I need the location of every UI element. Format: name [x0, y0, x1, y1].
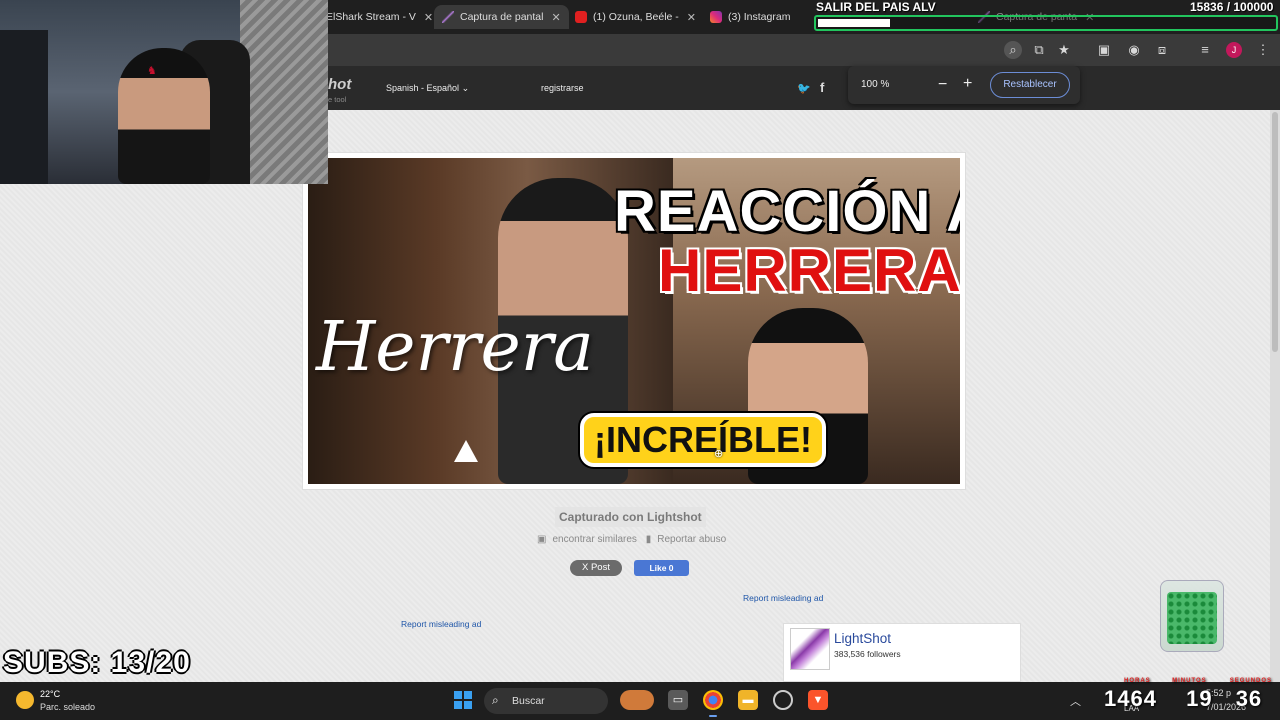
tray-chevron-icon[interactable]: ︿: [1070, 693, 1081, 709]
goal-progress-fill: [818, 19, 890, 27]
close-icon[interactable]: ✕: [424, 11, 433, 24]
captured-label: Capturado con Lightshot: [555, 507, 706, 527]
report-ad-link[interactable]: Report misleading ad: [401, 619, 481, 629]
weather-temp[interactable]: 22°C: [40, 689, 60, 699]
screenshot-image[interactable]: Herrera REACCIÓN A HERRERA ¡INCREÍBLE!: [308, 158, 960, 484]
site-logo[interactable]: hot: [328, 76, 351, 93]
lightshot-feather-icon: [442, 11, 454, 23]
timer-hours-label: HORAS: [1124, 678, 1151, 684]
language-label: Spanish - Español: [386, 83, 460, 93]
subs-counter: SUBS: 13/20: [3, 646, 191, 679]
facebook-icon[interactable]: f: [820, 80, 824, 95]
zoom-in-button[interactable]: +: [963, 75, 972, 93]
report-abuse-link[interactable]: Reportar abuso: [657, 534, 726, 545]
instagram-icon: [710, 11, 722, 23]
search-icon: ⌕: [492, 693, 499, 707]
youtube-icon: [575, 11, 587, 23]
search-highlight-icon[interactable]: [620, 690, 654, 710]
language-select[interactable]: Spanish - Español ⌄: [386, 83, 469, 94]
obs-icon[interactable]: [773, 690, 793, 710]
goal-count: 15836 / 100000: [1190, 0, 1274, 14]
site-logo-subtitle: e tool: [328, 95, 347, 104]
tab-label: ElShark Stream - V: [326, 11, 416, 23]
windows-start-icon[interactable]: [454, 691, 472, 709]
x-post-button[interactable]: X Post: [570, 560, 622, 576]
task-view-icon[interactable]: ▭: [668, 690, 688, 710]
report-ad-link[interactable]: Report misleading ad: [743, 593, 823, 603]
zoom-out-button[interactable]: −: [938, 76, 947, 94]
triangle-logo-icon: [454, 440, 478, 462]
report-icon: ▮: [645, 534, 652, 545]
camera-icon: ▣: [537, 534, 547, 545]
timer-minutes: 19: [1186, 686, 1213, 711]
chevron-down-icon: ⌄: [461, 83, 470, 93]
webcam-wall: [240, 0, 328, 184]
timer-hours-group: HORAS 1464: [1104, 678, 1164, 711]
register-link[interactable]: registrarse: [541, 83, 584, 93]
brave-icon[interactable]: ▼: [808, 690, 828, 710]
twitter-icon[interactable]: 🐦: [797, 82, 811, 95]
lightshot-logo[interactable]: [790, 628, 830, 670]
media-control-icon[interactable]: ≡: [1196, 41, 1214, 59]
stream-timer: HORAS 1464 MINUTOS 19 SEGUNDOS 36: [1104, 678, 1271, 712]
timer-hours: 1464: [1104, 686, 1157, 711]
thumbnail-title-line2: HERRERA: [658, 237, 960, 304]
bulls-logo-icon: ♞: [147, 65, 157, 77]
profile-avatar[interactable]: J: [1226, 42, 1242, 58]
active-app-indicator: [709, 715, 717, 717]
cast-icon[interactable]: ⧉: [1030, 41, 1048, 59]
tab-elshark[interactable]: ElShark Stream - V ✕: [326, 5, 433, 29]
thumbnail-script-text: Herrera: [316, 308, 594, 387]
zoom-reset-button[interactable]: Restablecer: [990, 72, 1070, 98]
tab-instagram[interactable]: (3) Instagram: [710, 5, 790, 29]
tab-captura-active[interactable]: Captura de pantal ✕: [434, 5, 569, 29]
taskbar-search[interactable]: [484, 688, 608, 714]
streamer: [118, 48, 210, 184]
webcam-overlay: ♞: [0, 0, 328, 184]
thumbnail-bubble: ¡INCREÍBLE!: [580, 413, 826, 467]
close-icon[interactable]: ✕: [551, 11, 560, 24]
image-actions: ▣ encontrar similares ▮ Reportar abuso: [537, 534, 732, 545]
zoom-icon[interactable]: ⌕: [1004, 41, 1022, 59]
find-similar-link[interactable]: encontrar similares: [552, 534, 636, 545]
search-placeholder: Buscar: [512, 695, 545, 707]
bookmark-star-icon[interactable]: ★: [1055, 41, 1073, 59]
extension-icon[interactable]: ▣: [1095, 41, 1113, 59]
tab-youtube[interactable]: (1) Ozuna, Beéle - ✕: [575, 5, 696, 29]
fb-page-name[interactable]: LightShot: [834, 631, 891, 646]
sun-icon[interactable]: [16, 691, 34, 709]
weather-desc[interactable]: Parc. soleado: [40, 702, 95, 712]
scrollbar-thumb[interactable]: [1272, 112, 1278, 352]
timer-seconds-label: SEGUNDOS: [1229, 678, 1273, 684]
timer-minutes-group: MINUTOS 19: [1172, 678, 1220, 711]
close-icon[interactable]: ✕: [687, 11, 696, 24]
fb-like-button[interactable]: Like 0: [634, 560, 689, 576]
vpn-icon[interactable]: ◉: [1125, 41, 1143, 59]
timer-minutes-label: MINUTOS: [1172, 678, 1207, 684]
timer-seconds-group: SEGUNDOS 36: [1230, 678, 1271, 711]
tab-label: (3) Instagram: [728, 11, 791, 23]
timer-seconds: 36: [1235, 686, 1263, 711]
zoom-level: 100 %: [861, 79, 890, 90]
cursor-icon: ⊕: [714, 448, 724, 460]
tip-jar-contents: [1167, 592, 1217, 644]
file-explorer-icon[interactable]: ▬: [738, 690, 758, 710]
chrome-icon[interactable]: [703, 690, 723, 710]
more-menu-icon[interactable]: ⋮: [1254, 41, 1272, 59]
fb-followers: 383,536 followers: [834, 649, 901, 659]
goal-title: SALIR DEL PAIS ALV: [816, 0, 936, 14]
puzzle-icon[interactable]: ⧈: [1153, 41, 1171, 59]
tab-label: (1) Ozuna, Beéle -: [593, 11, 679, 23]
thumbnail-title-line1: REACCIÓN A: [614, 179, 960, 244]
tab-label: Captura de pantal: [460, 11, 544, 23]
webcam-shelf: [0, 30, 48, 184]
